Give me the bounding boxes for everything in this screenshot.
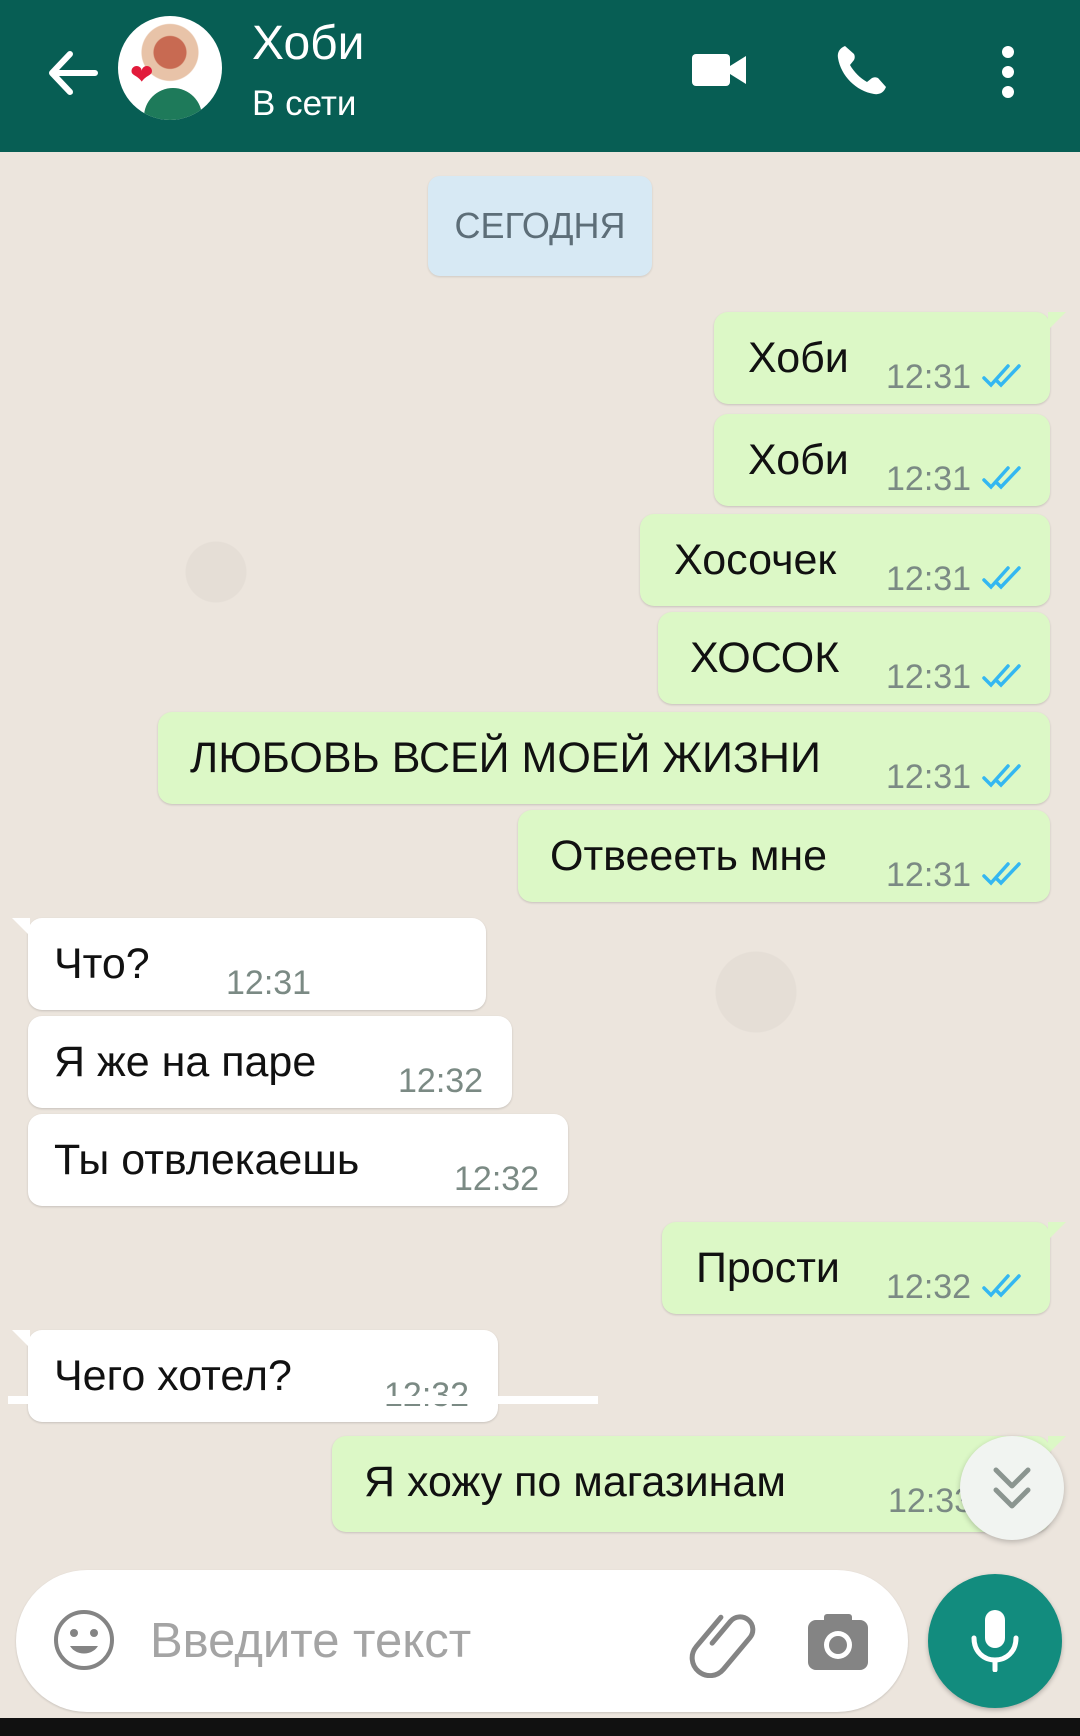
message-outgoing[interactable]: Я хожу по магазинам 12:33 bbox=[332, 1436, 1066, 1532]
heart-icon: ❤ bbox=[130, 59, 154, 90]
phone-icon[interactable] bbox=[832, 40, 892, 100]
message-time: 12:32 bbox=[454, 1160, 540, 1198]
double-check-icon bbox=[982, 1274, 1021, 1298]
message-text: Прости bbox=[696, 1244, 840, 1292]
message-text: Хосочек bbox=[674, 536, 837, 584]
message-time: 12:31 bbox=[886, 460, 972, 498]
double-chevron-down-icon bbox=[993, 1467, 1031, 1509]
message-text: Отвеееть мне bbox=[550, 832, 828, 880]
message-incoming[interactable]: Ты отвлекаешь 12:32 bbox=[28, 1114, 568, 1206]
more-vertical-icon[interactable] bbox=[996, 44, 1020, 100]
message-text: Что? bbox=[54, 940, 150, 988]
message-outgoing[interactable]: ХОСОК 12:31 bbox=[658, 612, 1050, 704]
message-time: 12:32 bbox=[398, 1062, 484, 1100]
message-outgoing[interactable]: Хосочек 12:31 bbox=[640, 514, 1050, 606]
message-text: ХОСОК bbox=[690, 634, 840, 682]
message-input[interactable]: Введите текст bbox=[150, 1613, 471, 1669]
contact-name[interactable]: Хоби bbox=[252, 16, 364, 71]
emoji-icon[interactable] bbox=[52, 1608, 116, 1672]
message-time: 12:32 bbox=[886, 1268, 972, 1306]
date-chip: СЕГОДНЯ bbox=[428, 176, 652, 276]
message-outgoing[interactable]: Хоби 12:31 bbox=[714, 414, 1050, 506]
message-time: 12:31 bbox=[886, 758, 972, 796]
microphone-button[interactable] bbox=[928, 1574, 1062, 1708]
message-outgoing[interactable]: Хоби 12:31 bbox=[714, 312, 1066, 404]
double-check-icon bbox=[982, 466, 1021, 490]
double-check-icon bbox=[982, 764, 1021, 788]
system-navigation-bar bbox=[0, 1718, 1080, 1736]
message-time: 12:31 bbox=[886, 560, 972, 598]
message-incoming[interactable]: Чего хотел? 12:32 bbox=[12, 1330, 498, 1422]
contact-avatar[interactable]: ❤ bbox=[118, 16, 222, 120]
message-text: Хоби bbox=[748, 436, 849, 484]
message-time: 12:31 bbox=[886, 658, 972, 696]
message-text: Ты отвлекаешь bbox=[54, 1136, 360, 1184]
message-text: Я хожу по магазинам bbox=[364, 1458, 786, 1506]
camera-icon[interactable] bbox=[806, 1612, 870, 1672]
contact-status: В сети bbox=[252, 84, 357, 123]
microphone-icon bbox=[971, 1610, 1019, 1672]
message-outgoing[interactable]: ЛЮБОВЬ ВСЕЙ МОЕЙ ЖИЗНИ 12:31 bbox=[158, 712, 1050, 804]
double-check-icon bbox=[982, 364, 1021, 388]
message-outgoing[interactable]: Прости 12:32 bbox=[662, 1222, 1066, 1314]
message-incoming[interactable]: Что? 12:31 bbox=[12, 918, 486, 1010]
message-composer[interactable]: Введите текст bbox=[16, 1570, 908, 1712]
message-text: Чего хотел? bbox=[54, 1352, 292, 1400]
double-check-icon bbox=[982, 566, 1021, 590]
message-time: 12:31 bbox=[886, 358, 972, 396]
partial-message-edge bbox=[8, 1396, 598, 1404]
message-incoming[interactable]: Я же на паре 12:32 bbox=[28, 1016, 512, 1108]
message-time: 12:31 bbox=[226, 964, 312, 1002]
chat-area[interactable]: СЕГОДНЯ Хоби 12:31 Хоби 12:31 Хосочек 12… bbox=[0, 152, 1080, 1552]
message-text: ЛЮБОВЬ ВСЕЙ МОЕЙ ЖИЗНИ bbox=[190, 734, 821, 782]
avatar-shirt bbox=[144, 88, 202, 120]
message-text: Я же на паре bbox=[54, 1038, 317, 1086]
video-call-icon[interactable] bbox=[690, 48, 750, 92]
message-text: Хоби bbox=[748, 334, 849, 382]
chat-header: ❤ Хоби В сети bbox=[0, 0, 1080, 152]
double-check-icon bbox=[982, 862, 1021, 886]
double-check-icon bbox=[982, 664, 1021, 688]
scroll-to-bottom-button[interactable] bbox=[960, 1436, 1064, 1540]
message-time: 12:31 bbox=[886, 856, 972, 894]
paperclip-icon[interactable] bbox=[688, 1604, 762, 1678]
arrow-left-icon[interactable] bbox=[40, 38, 110, 108]
message-outgoing[interactable]: Отвеееть мне 12:31 bbox=[518, 810, 1050, 902]
